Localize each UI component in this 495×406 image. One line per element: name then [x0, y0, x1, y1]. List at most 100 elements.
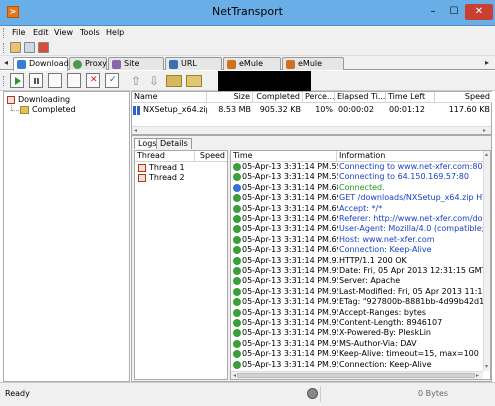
- log-time: 05-Apr-13 3:31:14 PM.951: [242, 297, 338, 307]
- tab-emule-server[interactable]: eMule Server: [223, 57, 281, 80]
- tree-item-completed[interactable]: Completed: [32, 105, 76, 115]
- tab-proxy[interactable]: Proxy: [69, 57, 107, 70]
- tab-scroll-right-icon[interactable]: ▸: [485, 57, 489, 69]
- table-row[interactable]: 05-Apr-13 3:31:14 PM.557 Connecting to 64…: [231, 172, 483, 182]
- menu-tools[interactable]: Tools: [80, 27, 100, 39]
- scroll-down-icon[interactable]: ▾: [485, 363, 488, 370]
- subtab-details[interactable]: Details: [156, 138, 192, 149]
- thread-icon: [138, 174, 146, 182]
- site-explorer-icon: [112, 60, 121, 69]
- close-button[interactable]: ✕: [465, 4, 493, 20]
- exit-icon[interactable]: [38, 42, 49, 53]
- table-row[interactable]: 05-Apr-13 3:31:14 PM.950 Last-Modified: F…: [231, 287, 483, 297]
- tab-scroll-left-icon[interactable]: ◂: [4, 57, 8, 69]
- table-row[interactable]: 05-Apr-13 3:31:14 PM.689 Connected.: [231, 183, 483, 193]
- menu-help[interactable]: Help: [106, 27, 124, 39]
- scroll-right-icon[interactable]: ▸: [483, 127, 486, 134]
- thread-item[interactable]: Thread 1: [149, 163, 185, 173]
- log-status-icon: [233, 173, 241, 182]
- move-down-icon[interactable]: ⇩: [149, 74, 159, 88]
- table-row[interactable]: 05-Apr-13 3:31:14 PM.694 Accept: */*: [231, 204, 483, 214]
- delete-icon[interactable]: ✕: [86, 73, 100, 88]
- col-time-left[interactable]: Time Left: [386, 92, 435, 103]
- log-time: 05-Apr-13 3:31:14 PM.692: [242, 193, 338, 203]
- globe-icon: [73, 60, 82, 69]
- pause-icon[interactable]: [29, 73, 43, 88]
- scroll-left-icon[interactable]: ◂: [233, 372, 236, 379]
- col-completed[interactable]: Completed: [253, 92, 303, 103]
- table-row[interactable]: 05-Apr-13 3:31:14 PM.952 Connection: Keep…: [231, 360, 483, 370]
- col-percent[interactable]: Perce...: [303, 92, 335, 103]
- table-row[interactable]: 05-Apr-13 3:31:14 PM.695 User-Agent: Mozi…: [231, 224, 483, 234]
- table-row[interactable]: 05-Apr-13 3:31:14 PM.692 GET /downloads/N…: [231, 193, 483, 203]
- thread-list: Thread Speed Thread 1 Thread 2: [134, 150, 228, 380]
- window-icon[interactable]: [24, 42, 35, 53]
- open-folder-icon[interactable]: [166, 75, 182, 87]
- minimize-button[interactable]: –: [423, 4, 443, 20]
- app-icon[interactable]: >: [7, 6, 19, 18]
- tab-emule-search[interactable]: eMule Search: [282, 57, 344, 80]
- table-row[interactable]: 05-Apr-13 3:31:14 PM.951 X-Powered-By: Pl…: [231, 328, 483, 338]
- col-name[interactable]: Name: [132, 92, 207, 103]
- log-info: Last-Modified: Fri, 05 Apr 2013 11:19:31…: [339, 286, 483, 296]
- table-row[interactable]: 05-Apr-13 3:31:14 PM.952 Keep-Alive: time…: [231, 349, 483, 359]
- table-row[interactable]: 05-Apr-13 3:31:14 PM.929 HTTP/1.1 200 OK: [231, 256, 483, 266]
- col-elapsed[interactable]: Elapsed Ti...: [335, 92, 386, 103]
- menu-file[interactable]: File: [12, 27, 25, 39]
- category-tree[interactable]: Downloading Completed: [3, 91, 130, 382]
- title-bar: NetTransport > – ☐ ✕: [0, 0, 495, 26]
- new-download-icon[interactable]: [48, 73, 62, 88]
- log-info: ETag: "927800b-8881bb-4d99b42d116c0": [339, 297, 483, 307]
- folder-icon[interactable]: [186, 75, 202, 87]
- tab-site-explorer[interactable]: Site Explorer: [108, 57, 164, 80]
- log-info: Referer: http://www.net-xfer.com/downlo: [339, 214, 483, 223]
- cell-elapsed: 00:00:02: [338, 105, 374, 114]
- col-thread[interactable]: Thread: [135, 151, 195, 162]
- scroll-left-icon[interactable]: ◂: [134, 127, 137, 134]
- col-speed[interactable]: Speed: [435, 92, 492, 103]
- tree-item-downloading[interactable]: Downloading: [18, 95, 70, 105]
- thread-item[interactable]: Thread 2: [149, 173, 185, 183]
- start-icon[interactable]: [10, 73, 24, 88]
- log-status-icon: [233, 183, 241, 192]
- check-icon[interactable]: ✓: [105, 73, 119, 88]
- log-time: 05-Apr-13 3:31:14 PM.950: [242, 276, 338, 286]
- table-row[interactable]: 05-Apr-13 3:31:14 PM.951 Content-Length: …: [231, 318, 483, 328]
- tab-download[interactable]: Download: [13, 57, 69, 71]
- scroll-up-icon[interactable]: ▴: [485, 151, 488, 158]
- vertical-scrollbar[interactable]: ▴ ▾: [483, 151, 490, 371]
- table-row[interactable]: NXSetup_x64.zip 8.53 MB 905.32 KB 10% 00…: [133, 105, 491, 116]
- col-size[interactable]: Size: [207, 92, 253, 103]
- table-row[interactable]: 05-Apr-13 3:31:14 PM.950 Server: Apache: [231, 276, 483, 286]
- table-row[interactable]: 05-Apr-13 3:31:14 PM.695 Host: www.net-xf…: [231, 235, 483, 245]
- menu-edit[interactable]: Edit: [33, 27, 49, 39]
- table-row[interactable]: 05-Apr-13 3:31:14 PM.950 Date: Fri, 05 Ap…: [231, 266, 483, 276]
- col-time[interactable]: Time: [231, 151, 337, 162]
- move-up-icon[interactable]: ⇧: [131, 74, 141, 88]
- log-info: Connected.: [339, 182, 385, 192]
- log-info: Accept-Ranges: bytes: [339, 307, 426, 317]
- menu-view[interactable]: View: [54, 27, 73, 39]
- table-row[interactable]: 05-Apr-13 3:31:14 PM.951 MS-Author-Via: D…: [231, 339, 483, 349]
- log-time: 05-Apr-13 3:31:14 PM.951: [242, 328, 338, 338]
- col-thread-speed[interactable]: Speed: [195, 151, 227, 162]
- tab-url-sniffer[interactable]: URL Sniffer: [165, 57, 222, 80]
- emule-icon: [227, 60, 236, 69]
- table-row[interactable]: 05-Apr-13 3:31:14 PM.951 Accept-Ranges: b…: [231, 308, 483, 318]
- small-toolbar: [0, 40, 495, 56]
- table-row[interactable]: 05-Apr-13 3:31:14 PM.694 Referer: http://…: [231, 214, 483, 224]
- table-row[interactable]: 05-Apr-13 3:31:14 PM.951 ETag: "927800b-8…: [231, 297, 483, 307]
- scroll-right-icon[interactable]: ▸: [476, 372, 479, 379]
- emule-search-icon: [286, 60, 295, 69]
- log-time: 05-Apr-13 3:31:14 PM.951: [242, 307, 338, 317]
- horizontal-scrollbar[interactable]: ◂ ▸: [231, 371, 483, 379]
- table-row[interactable]: 05-Apr-13 3:31:14 PM.550 Connecting to ww…: [231, 162, 483, 172]
- col-information[interactable]: Information: [337, 151, 483, 162]
- horizontal-scrollbar[interactable]: ◂ ▸: [132, 126, 491, 134]
- log-info: Content-Length: 8946107: [339, 318, 443, 327]
- properties-icon[interactable]: [67, 73, 81, 88]
- options-gear-icon[interactable]: [10, 42, 21, 53]
- maximize-button[interactable]: ☐: [444, 4, 464, 20]
- table-row[interactable]: 05-Apr-13 3:31:14 PM.695 Connection: Keep…: [231, 245, 483, 255]
- scroll-thumb[interactable]: [237, 373, 475, 378]
